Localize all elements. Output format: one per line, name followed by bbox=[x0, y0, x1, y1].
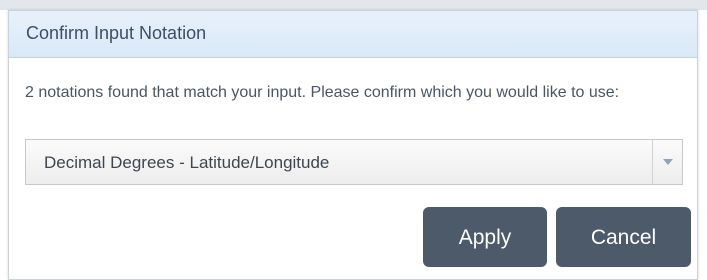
apply-button[interactable]: Apply bbox=[423, 207, 547, 267]
confirm-input-notation-dialog: Confirm Input Notation 2 notations found… bbox=[8, 10, 698, 280]
notation-select-value: Decimal Degrees - Latitude/Longitude bbox=[44, 153, 330, 172]
cancel-button[interactable]: Cancel bbox=[556, 207, 691, 267]
dialog-message: 2 notations found that match your input.… bbox=[25, 84, 620, 101]
dialog-title: Confirm Input Notation bbox=[26, 23, 207, 43]
select-dropdown-button[interactable] bbox=[652, 140, 682, 184]
dialog-title-bar: Confirm Input Notation bbox=[9, 11, 697, 58]
chevron-down-icon bbox=[663, 159, 673, 165]
background-strip bbox=[0, 0, 707, 10]
notation-select[interactable]: Decimal Degrees - Latitude/Longitude bbox=[25, 139, 683, 185]
